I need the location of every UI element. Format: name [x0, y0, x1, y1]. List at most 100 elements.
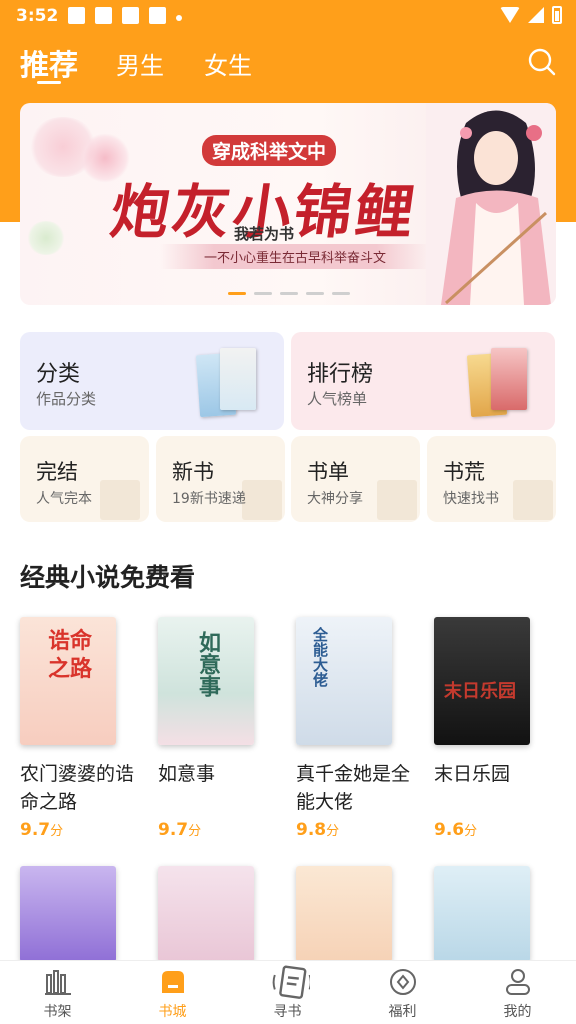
booklist-card[interactable]: 书单 大神分享	[291, 436, 420, 522]
category-card[interactable]: 分类 作品分类	[20, 332, 284, 430]
book-drought-card-subtitle: 快速找书	[443, 491, 499, 507]
banner-character-illustration	[426, 103, 556, 305]
book-rating-unit: 分	[464, 824, 478, 839]
book-cover: 全能大佬	[296, 617, 392, 745]
nav-welfare-label: 福利	[388, 1004, 417, 1020]
search-icon[interactable]	[528, 48, 556, 76]
profile-icon	[506, 969, 530, 995]
book-item[interactable]	[434, 866, 554, 962]
book-rating-score: 9.6	[434, 820, 465, 840]
more-notifications-dot-icon	[176, 15, 182, 21]
booklist-card-subtitle: 大神分享	[307, 491, 363, 507]
leaf-decoration	[26, 221, 66, 255]
app-notification-icon-2	[149, 7, 166, 24]
pager-dot-active[interactable]	[228, 292, 246, 295]
banner-badge: 穿成科举文中	[202, 135, 337, 166]
book-rating: 9.7分	[20, 820, 140, 840]
pager-dot[interactable]	[254, 292, 272, 295]
new-books-card[interactable]: 新书 19新书速递	[156, 436, 285, 522]
book-cover-title: 末日乐园	[444, 681, 516, 702]
banner-pager	[228, 292, 350, 295]
book-rating-score: 9.7	[20, 820, 51, 840]
nav-bookstore-label: 书城	[158, 1004, 187, 1020]
book-rating-unit: 分	[326, 824, 340, 839]
tab-active-indicator	[37, 81, 61, 84]
book-item[interactable]	[20, 866, 140, 962]
bookshelf-icon	[45, 970, 71, 995]
banner-author: 我若为书	[234, 225, 295, 243]
book-item[interactable]: 如意事 如意事 9.7分	[158, 617, 278, 840]
book-cover-title: 如意事	[195, 631, 221, 697]
book-item[interactable]	[158, 866, 278, 962]
book-cover-title: 诰命之路	[48, 628, 93, 682]
nav-bookshelf[interactable]: 书架	[0, 961, 115, 1024]
finished-card[interactable]: 完结 人气完本	[20, 436, 149, 522]
nav-profile[interactable]: 我的	[460, 961, 575, 1024]
book-rating-score: 9.7	[158, 820, 189, 840]
status-bar: 3:52	[0, 0, 576, 32]
book-title: 农门婆婆的诰命之路	[20, 763, 135, 813]
book-title: 真千金她是全能大佬	[296, 763, 411, 813]
image-notification-icon	[68, 7, 85, 24]
booklist-card-title: 书单	[307, 460, 349, 484]
tab-recommend[interactable]: 推荐	[20, 42, 78, 84]
ranking-card-title: 排行榜	[307, 362, 374, 387]
category-card-title: 分类	[36, 362, 81, 387]
banner-tagline: 一不小心重生在古早科举奋斗文	[160, 244, 430, 269]
promo-banner[interactable]: 穿成科举文中 炮灰小锦鲤 我若为书 一不小心重生在古早科举奋斗文	[20, 103, 556, 305]
wifi-icon	[500, 7, 520, 23]
nav-profile-label: 我的	[503, 1004, 532, 1020]
find-book-icon	[272, 965, 310, 999]
nav-bookstore[interactable]: 书城	[115, 961, 230, 1024]
status-time: 3:52	[16, 6, 59, 26]
book-cover-title: 全能大佬	[311, 627, 329, 687]
book-cover	[158, 866, 254, 962]
book-cover	[296, 866, 392, 962]
card-decoration	[377, 480, 417, 520]
app-notification-icon	[122, 7, 139, 24]
book-item[interactable]: 全能大佬 真千金她是全能大佬 9.8分	[296, 617, 416, 840]
bookstore-icon	[162, 971, 184, 993]
new-books-card-subtitle: 19新书速递	[172, 491, 246, 507]
book-drought-card[interactable]: 书荒 快速找书	[427, 436, 556, 522]
notification-icons	[68, 7, 182, 24]
new-books-card-title: 新书	[172, 460, 214, 484]
book-rating-unit: 分	[188, 824, 202, 839]
book-cover	[434, 866, 530, 962]
tab-female[interactable]: 女生	[204, 46, 252, 81]
finished-card-subtitle: 人气完本	[36, 491, 92, 507]
book-title: 末日乐园	[434, 763, 511, 785]
welfare-icon	[390, 969, 416, 995]
section-title: 经典小说免费看	[20, 563, 196, 592]
book-rating: 9.7分	[158, 820, 278, 840]
nav-welfare[interactable]: 福利	[345, 961, 460, 1024]
card-decoration	[100, 480, 140, 520]
book-stack-illustration-2	[220, 348, 256, 410]
system-status-icons	[500, 6, 562, 24]
nav-find-book[interactable]: 寻书	[230, 961, 345, 1024]
signal-icon	[528, 7, 544, 23]
book-title: 如意事	[158, 763, 216, 785]
finished-card-title: 完结	[36, 460, 78, 484]
book-rating: 9.6分	[434, 820, 554, 840]
ranking-card-subtitle: 人气榜单	[307, 390, 368, 408]
book-rating: 9.8分	[296, 820, 416, 840]
qq-notification-icon	[95, 7, 112, 24]
nav-bookshelf-label: 书架	[43, 1004, 72, 1020]
book-item[interactable]	[296, 866, 416, 962]
tab-male[interactable]: 男生	[116, 46, 164, 81]
book-cover: 末日乐园	[434, 617, 530, 745]
book-cover: 诰命之路	[20, 617, 116, 745]
card-decoration	[513, 480, 553, 520]
pager-dot[interactable]	[332, 292, 350, 295]
bottom-navigation: 书架 书城 寻书 福利 我的	[0, 960, 576, 1024]
pager-dot[interactable]	[306, 292, 324, 295]
card-decoration	[242, 480, 282, 520]
battery-icon	[552, 6, 562, 24]
book-item[interactable]: 末日乐园 末日乐园 9.6分	[434, 617, 554, 840]
book-cover: 如意事	[158, 617, 254, 745]
pager-dot[interactable]	[280, 292, 298, 295]
book-item[interactable]: 诰命之路 农门婆婆的诰命之路 9.7分	[20, 617, 140, 840]
book-cover	[20, 866, 116, 962]
ranking-card[interactable]: 排行榜 人气榜单	[291, 332, 555, 430]
